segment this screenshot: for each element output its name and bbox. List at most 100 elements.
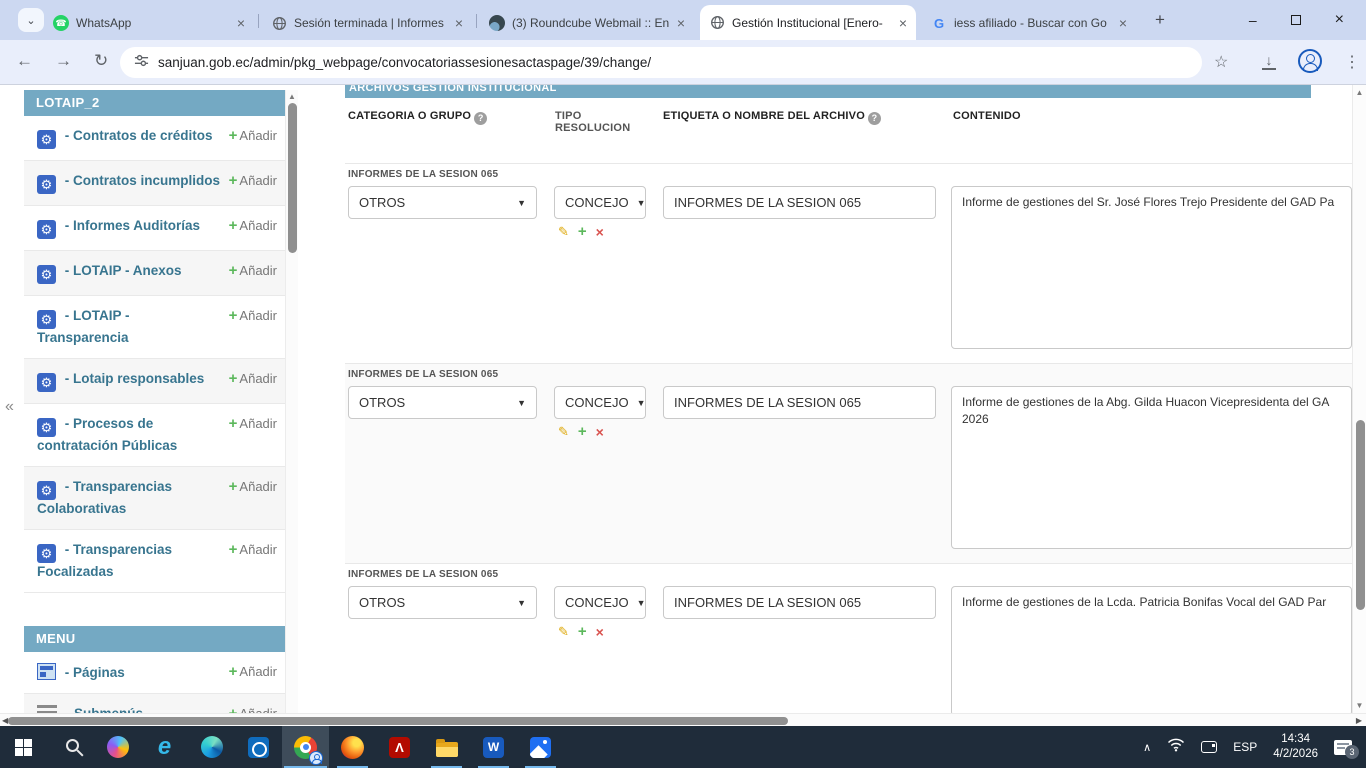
reload-button[interactable]: ↻ — [94, 51, 108, 71]
add-link[interactable]: +Añadir — [229, 127, 277, 145]
window-close-button[interactable]: × — [1335, 11, 1344, 29]
add-link[interactable]: +Añadir — [229, 307, 277, 325]
taskbar-outlook-button[interactable] — [235, 726, 282, 768]
add-link[interactable]: +Añadir — [229, 663, 277, 681]
taskbar-copilot-button[interactable] — [94, 726, 141, 768]
taskbar-search-button[interactable] — [47, 726, 94, 768]
tab-close-icon[interactable]: × — [677, 16, 685, 30]
display-icon[interactable] — [1201, 741, 1217, 753]
etiqueta-input[interactable] — [663, 186, 936, 219]
sidebar-item-contratos-incumplidos[interactable]: +Añadir ⚙ - Contratos incumplidos — [24, 161, 285, 206]
profile-avatar[interactable] — [1298, 49, 1322, 73]
contenido-textarea[interactable]: Informe de gestiones del Sr. José Flores… — [951, 186, 1352, 349]
scrollbar-thumb[interactable] — [8, 717, 788, 725]
sidebar-item-label[interactable]: - LOTAIP - Anexos — [65, 263, 182, 278]
add-link[interactable]: +Añadir — [229, 217, 277, 235]
delete-x-icon[interactable]: × — [596, 624, 604, 640]
url-bar[interactable]: sanjuan.gob.ec/admin/pkg_webpage/convoca… — [120, 47, 1202, 78]
sidebar-scrollbar[interactable]: ▲ — [285, 90, 298, 713]
scroll-up-arrow[interactable]: ▲ — [286, 92, 298, 101]
edit-pencil-icon[interactable]: ✎ — [558, 424, 569, 440]
tipo-resolucion-select[interactable]: CONCEJO▼ — [554, 586, 646, 619]
sidebar-item-label[interactable]: - Páginas — [65, 665, 125, 680]
sidebar-collapse-button[interactable]: « — [5, 398, 14, 416]
scrollbar-thumb[interactable] — [288, 103, 297, 253]
window-maximize-button[interactable] — [1291, 15, 1301, 25]
tipo-resolucion-select[interactable]: CONCEJO▼ — [554, 386, 646, 419]
edit-pencil-icon[interactable]: ✎ — [558, 624, 569, 640]
add-link[interactable]: +Añadir — [229, 541, 277, 559]
clock[interactable]: 14:34 4/2/2026 — [1273, 732, 1318, 762]
add-plus-icon[interactable]: + — [578, 623, 587, 640]
new-tab-button[interactable]: + — [1148, 9, 1172, 33]
tab-close-icon[interactable]: × — [237, 16, 245, 30]
sidebar-item-label[interactable]: - Transparencias Colaborativas — [37, 479, 172, 516]
sidebar-item-contratos-de-creditos[interactable]: +Añadir ⚙ - Contratos de créditos — [24, 116, 285, 161]
taskbar-acrobat-button[interactable]: Λ — [376, 726, 423, 768]
taskbar-photos-button[interactable] — [517, 726, 564, 768]
sidebar-item-transparencias-focalizadas[interactable]: +Añadir ⚙ - Transparencias Focalizadas — [24, 530, 285, 593]
help-icon[interactable]: ? — [474, 112, 487, 125]
add-link[interactable]: +Añadir — [229, 478, 277, 496]
categoria-select[interactable]: OTROS▼ — [348, 186, 537, 219]
sidebar-item-label[interactable]: - Lotaip responsables — [65, 371, 205, 386]
tab-sesion-terminada[interactable]: Sesión terminada | Informes × — [262, 6, 472, 40]
browser-menu-icon[interactable]: ⋮ — [1344, 52, 1360, 72]
tab-roundcube[interactable]: (3) Roundcube Webmail :: En × — [480, 6, 694, 40]
add-link[interactable]: +Añadir — [229, 262, 277, 280]
delete-x-icon[interactable]: × — [596, 424, 604, 440]
tipo-resolucion-select[interactable]: CONCEJO▼ — [554, 186, 646, 219]
notification-center-icon[interactable]: 3 — [1334, 740, 1352, 755]
categoria-select[interactable]: OTROS▼ — [348, 586, 537, 619]
language-indicator[interactable]: ESP — [1233, 740, 1257, 754]
add-link[interactable]: +Añadir — [229, 415, 277, 433]
taskbar-edge-button[interactable] — [188, 726, 235, 768]
sidebar-item-label[interactable]: - Contratos de créditos — [65, 128, 213, 143]
site-settings-icon[interactable] — [134, 53, 149, 73]
contenido-textarea[interactable]: Informe de gestiones de la Lcda. Patrici… — [951, 586, 1352, 716]
tray-hidden-icons-chevron[interactable]: ∧ — [1143, 741, 1151, 754]
bookmark-star-icon[interactable]: ☆ — [1214, 52, 1228, 72]
taskbar-internet-explorer-button[interactable]: e — [141, 726, 188, 768]
sidebar-item-lotaip-anexos[interactable]: +Añadir ⚙ - LOTAIP - Anexos — [24, 251, 285, 296]
tab-close-icon[interactable]: × — [1119, 16, 1127, 30]
add-link[interactable]: +Añadir — [229, 172, 277, 190]
page-vertical-scrollbar[interactable]: ▲ ▼ — [1352, 85, 1366, 713]
tab-whatsapp[interactable]: ☎ WhatsApp × — [44, 6, 254, 40]
start-button[interactable] — [0, 726, 47, 768]
edit-pencil-icon[interactable]: ✎ — [558, 224, 569, 240]
page-horizontal-scrollbar[interactable]: ◀ ▶ — [0, 713, 1366, 726]
delete-x-icon[interactable]: × — [596, 224, 604, 240]
tab-close-icon[interactable]: × — [899, 16, 907, 30]
tab-search-button[interactable]: ⌄ — [18, 8, 44, 32]
sidebar-item-label[interactable]: - Contratos incumplidos — [65, 173, 220, 188]
sidebar-item-lotaip-responsables[interactable]: +Añadir ⚙ - Lotaip responsables — [24, 359, 285, 404]
sidebar-item-label[interactable]: - Informes Auditorías — [65, 218, 200, 233]
wifi-icon[interactable] — [1167, 738, 1185, 757]
tab-iess-afiliado[interactable]: G iess afiliado - Buscar con Go × — [922, 6, 1136, 40]
tab-gestion-institucional-active[interactable]: Gestión Institucional [Enero- × — [700, 5, 916, 40]
back-button[interactable]: ← — [16, 51, 33, 71]
scroll-right-arrow[interactable]: ▶ — [1356, 716, 1362, 725]
etiqueta-input[interactable] — [663, 386, 936, 419]
add-link[interactable]: +Añadir — [229, 370, 277, 388]
add-plus-icon[interactable]: + — [578, 223, 587, 240]
window-minimize-button[interactable]: – — [1249, 12, 1257, 28]
forward-button[interactable]: → — [55, 51, 72, 71]
scrollbar-thumb[interactable] — [1356, 420, 1365, 610]
contenido-textarea[interactable]: Informe de gestiones de la Abg. Gilda Hu… — [951, 386, 1352, 549]
categoria-select[interactable]: OTROS▼ — [348, 386, 537, 419]
help-icon[interactable]: ? — [868, 112, 881, 125]
taskbar-chrome-button-active[interactable] — [282, 726, 329, 768]
etiqueta-input[interactable] — [663, 586, 936, 619]
tab-close-icon[interactable]: × — [455, 16, 463, 30]
sidebar-item-informes-auditorias[interactable]: +Añadir ⚙ - Informes Auditorías — [24, 206, 285, 251]
taskbar-firefox-button[interactable] — [329, 726, 376, 768]
scroll-up-arrow[interactable]: ▲ — [1353, 88, 1366, 97]
scroll-down-arrow[interactable]: ▼ — [1353, 701, 1366, 710]
add-plus-icon[interactable]: + — [578, 423, 587, 440]
sidebar-item-procesos-contratacion[interactable]: +Añadir ⚙ - Procesos de contratación Púb… — [24, 404, 285, 467]
downloads-icon[interactable]: ↓ — [1262, 52, 1276, 68]
sidebar-item-transparencias-colaborativas[interactable]: +Añadir ⚙ - Transparencias Colaborativas — [24, 467, 285, 530]
sidebar-item-paginas[interactable]: +Añadir - Páginas — [24, 652, 285, 694]
